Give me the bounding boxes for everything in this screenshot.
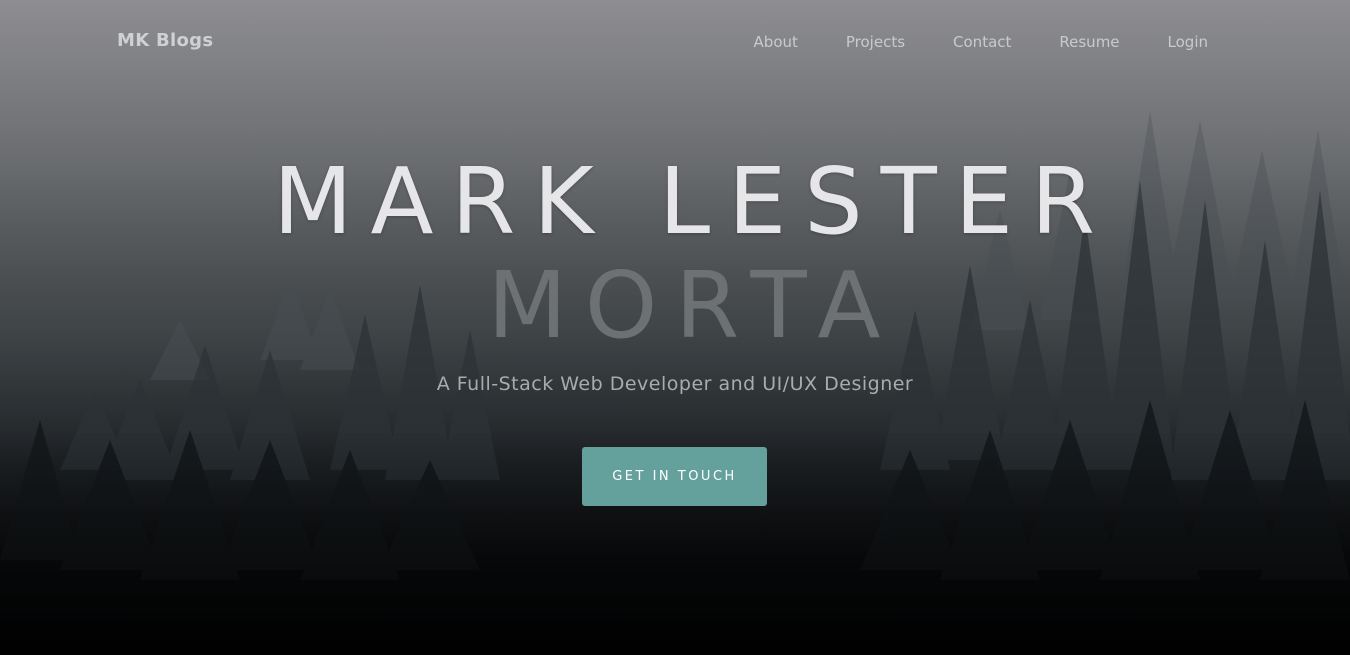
get-in-touch-button[interactable]: GET IN TOUCH [582,447,767,506]
hero-title-first-line: MARK LESTER [273,148,1113,255]
brand-logo-link[interactable]: MK Blogs [117,30,213,51]
hero-title-second-line: MORTA [487,252,899,359]
nav-link-resume[interactable]: Resume [1059,33,1119,51]
hero-subtitle: A Full-Stack Web Developer and UI/UX Des… [436,373,914,395]
hero-section: MK Blogs About Projects Contact Resume L… [0,0,1350,655]
main-navigation: About Projects Contact Resume Login [706,33,1208,51]
nav-link-about[interactable]: About [754,33,798,51]
nav-link-login[interactable]: Login [1168,33,1208,51]
nav-link-contact[interactable]: Contact [953,33,1011,51]
nav-link-projects[interactable]: Projects [846,33,905,51]
